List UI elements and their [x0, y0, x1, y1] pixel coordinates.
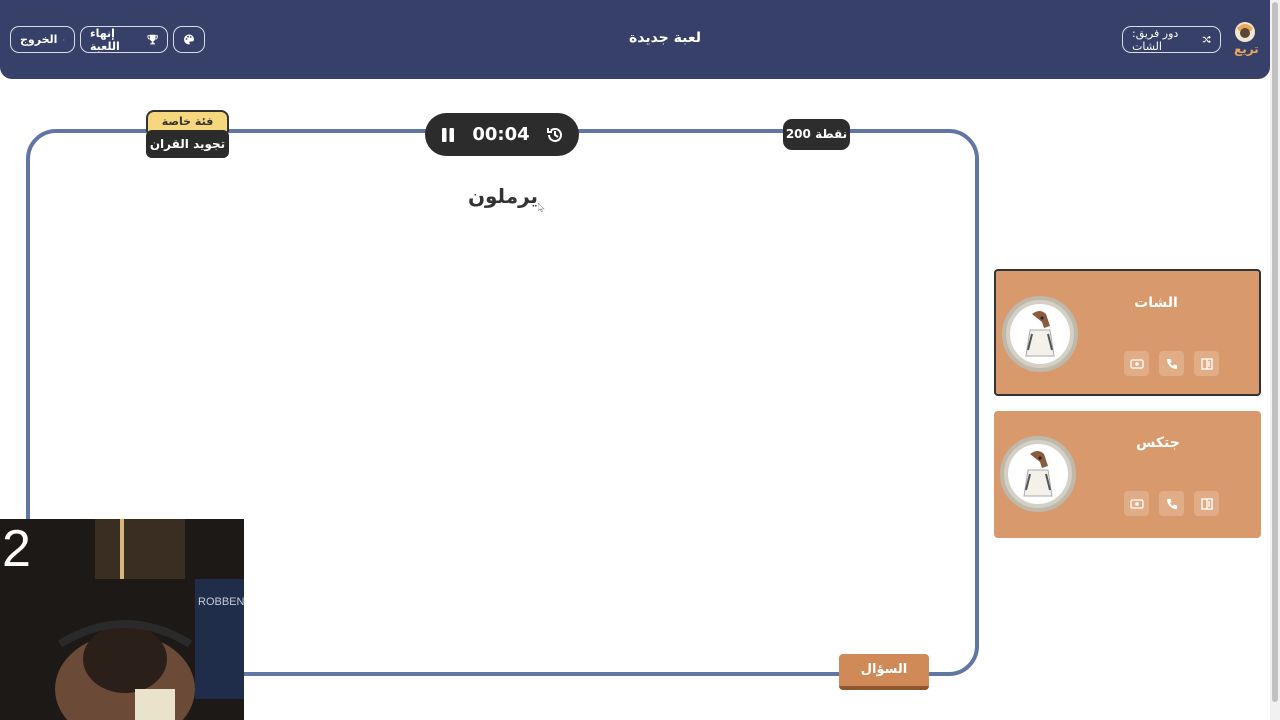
- turn-label: دور فريق: الشات: [1132, 26, 1179, 53]
- team-avatar: [1000, 436, 1076, 512]
- team-card-jtx[interactable]: جتكس: [994, 411, 1261, 538]
- tool-ticket-button[interactable]: [1124, 351, 1149, 376]
- tool-ticket-button[interactable]: [1124, 491, 1149, 516]
- end-game-label: إنهاء اللعبة: [90, 26, 120, 53]
- trophy-icon: [147, 34, 158, 45]
- tool-split-button[interactable]: [1194, 491, 1219, 516]
- shuffle-icon: [1202, 35, 1211, 44]
- timer-display: 00:04: [472, 124, 530, 145]
- timer-pill: 00:04: [425, 113, 579, 156]
- logo-text: تريع: [1234, 42, 1259, 56]
- webcam-feed: ROBBEN 16: [0, 519, 244, 720]
- end-game-button[interactable]: إنهاء اللعبة: [80, 26, 168, 53]
- team-avatar: [1002, 296, 1078, 372]
- palette-icon: [184, 34, 194, 45]
- team-name: الشات: [1134, 295, 1178, 311]
- scrollbar-thumb[interactable]: [1272, 2, 1278, 702]
- webcam-overlay: ROBBEN 16: [0, 519, 244, 720]
- category-tag: فئة خاصة تجويد القران: [146, 110, 229, 158]
- logout-icon: [63, 38, 65, 41]
- horse-icon: [1025, 311, 1055, 357]
- split-icon: [1200, 497, 1213, 510]
- ticket-icon: [1129, 358, 1144, 369]
- top-header: الخروج إنهاء اللعبة لعبة جديدة دور فريق:…: [0, 0, 1270, 79]
- tool-call-button[interactable]: [1159, 491, 1184, 516]
- team-name: جتكس: [1136, 435, 1180, 451]
- category-name: تجويد القران: [146, 130, 229, 158]
- page-title: لعبة جديدة: [628, 30, 702, 46]
- points-badge: 200 نقطة: [783, 119, 850, 150]
- mouse-cursor-icon: [538, 203, 545, 213]
- turn-indicator-button[interactable]: دور فريق: الشات: [1122, 26, 1221, 53]
- jersey-text: ROBBEN 16: [198, 596, 244, 608]
- theme-button[interactable]: [173, 26, 205, 53]
- show-question-button[interactable]: السؤال: [839, 654, 929, 690]
- exit-button[interactable]: الخروج: [10, 26, 75, 53]
- phone-icon: [1166, 498, 1177, 509]
- team-card-chat[interactable]: الشات: [994, 269, 1261, 396]
- question-text: يرملون: [467, 184, 539, 208]
- tool-split-button[interactable]: [1194, 351, 1219, 376]
- stream-counter: 2: [2, 520, 31, 578]
- reset-timer-icon[interactable]: [545, 125, 565, 145]
- tool-call-button[interactable]: [1159, 351, 1184, 376]
- ticket-icon: [1129, 498, 1144, 509]
- pause-icon[interactable]: [439, 126, 457, 144]
- split-icon: [1200, 357, 1213, 370]
- exit-label: الخروج: [20, 33, 58, 46]
- category-label: فئة خاصة: [146, 110, 229, 132]
- horse-icon: [1023, 451, 1053, 497]
- phone-icon: [1166, 358, 1177, 369]
